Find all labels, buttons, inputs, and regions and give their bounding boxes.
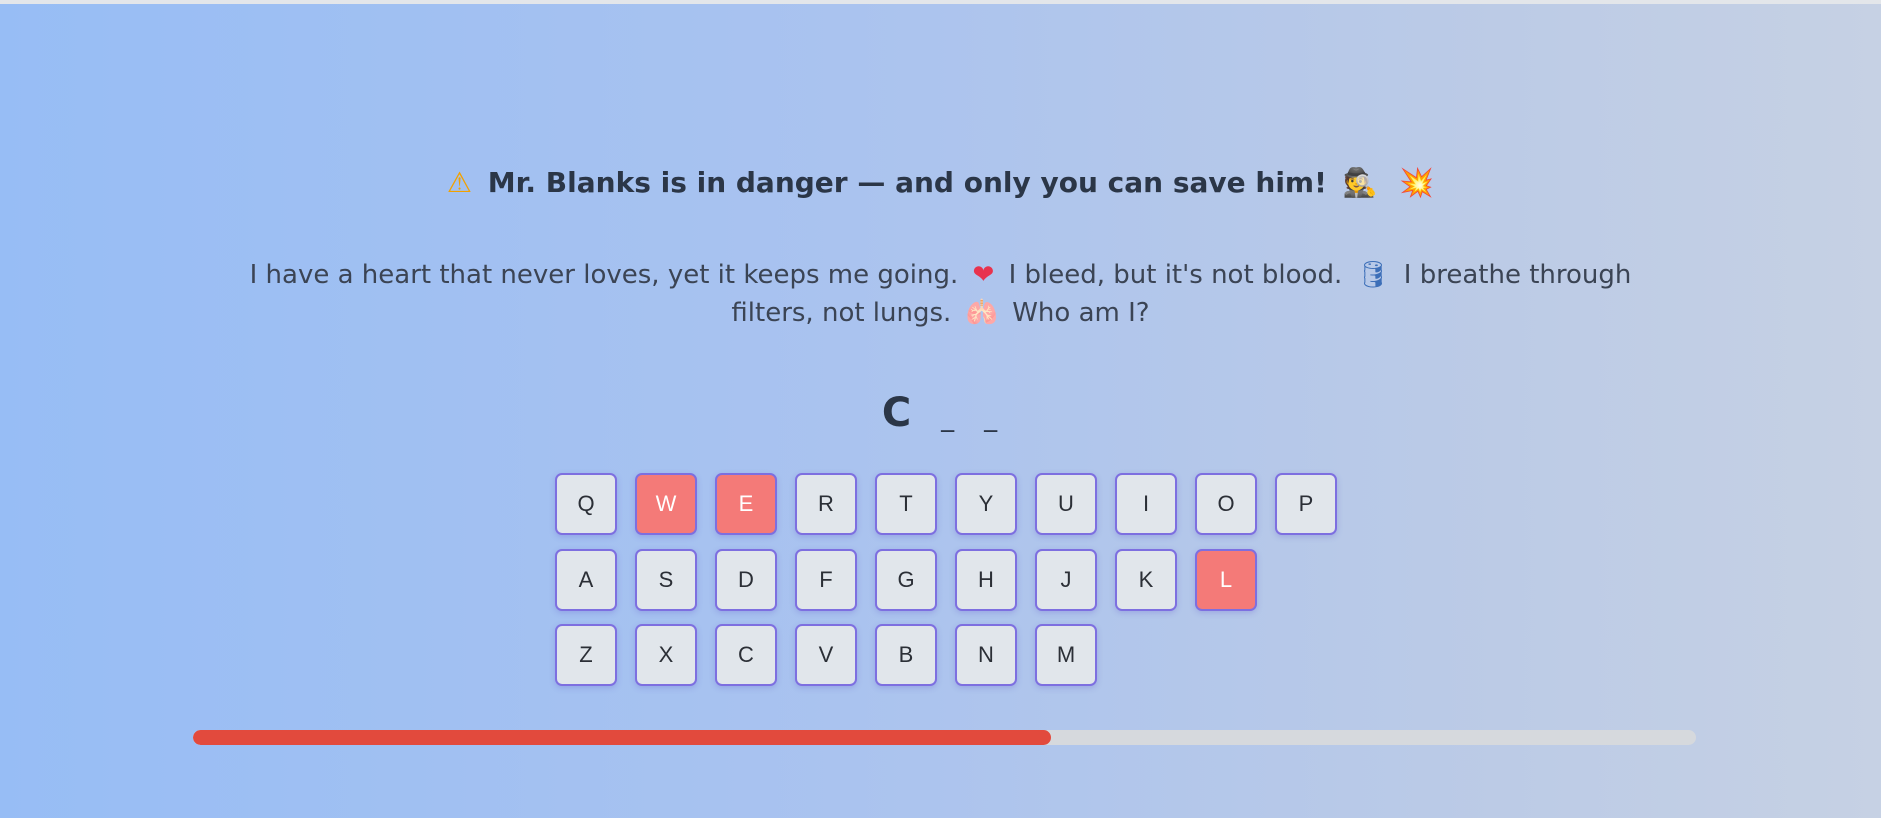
key-e[interactable]: E <box>715 473 777 535</box>
key-l[interactable]: L <box>1195 549 1257 611</box>
key-d[interactable]: D <box>715 549 777 611</box>
key-i[interactable]: I <box>1115 473 1177 535</box>
key-w[interactable]: W <box>635 473 697 535</box>
key-n[interactable]: N <box>955 624 1017 686</box>
key-g[interactable]: G <box>875 549 937 611</box>
key-x[interactable]: X <box>635 624 697 686</box>
riddle-part-2: I bleed, but it's not blood. <box>1008 260 1343 290</box>
key-t[interactable]: T <box>875 473 937 535</box>
key-h[interactable]: H <box>955 549 1017 611</box>
key-r[interactable]: R <box>795 473 857 535</box>
key-c[interactable]: C <box>715 624 777 686</box>
key-q[interactable]: Q <box>555 473 617 535</box>
key-y[interactable]: Y <box>955 473 1017 535</box>
key-o[interactable]: O <box>1195 473 1257 535</box>
explosion-icon: 💥 <box>1399 166 1435 199</box>
headline-text: Mr. Blanks is in danger — and only you c… <box>487 166 1327 199</box>
oil-barrel-icon: 🛢 <box>1356 260 1390 290</box>
word-letter-3: _ <box>984 403 1000 433</box>
top-divider <box>0 0 1881 4</box>
word-letter-2: _ <box>941 403 957 433</box>
key-m[interactable]: M <box>1035 624 1097 686</box>
key-v[interactable]: V <box>795 624 857 686</box>
heart-icon: ❤ <box>972 260 995 290</box>
word-display: C _ _ <box>0 390 1881 436</box>
lungs-icon: 🫁 <box>965 298 998 328</box>
headline: ⚠ Mr. Blanks is in danger — and only you… <box>0 166 1881 199</box>
key-k[interactable]: K <box>1115 549 1177 611</box>
key-z[interactable]: Z <box>555 624 617 686</box>
progress-bar <box>193 730 1696 745</box>
key-u[interactable]: U <box>1035 473 1097 535</box>
progress-bar-fill <box>193 730 1052 745</box>
key-s[interactable]: S <box>635 549 697 611</box>
warning-icon: ⚠ <box>446 166 472 199</box>
key-j[interactable]: J <box>1035 549 1097 611</box>
riddle-part-4: Who am I? <box>1012 298 1150 328</box>
key-p[interactable]: P <box>1275 473 1337 535</box>
detective-icon: 🕵 <box>1342 166 1378 199</box>
riddle-part-1: I have a heart that never loves, yet it … <box>249 260 959 290</box>
key-a[interactable]: A <box>555 549 617 611</box>
key-b[interactable]: B <box>875 624 937 686</box>
word-letter-1: C <box>881 390 914 436</box>
key-f[interactable]: F <box>795 549 857 611</box>
riddle-text: I have a heart that never loves, yet it … <box>210 256 1671 332</box>
